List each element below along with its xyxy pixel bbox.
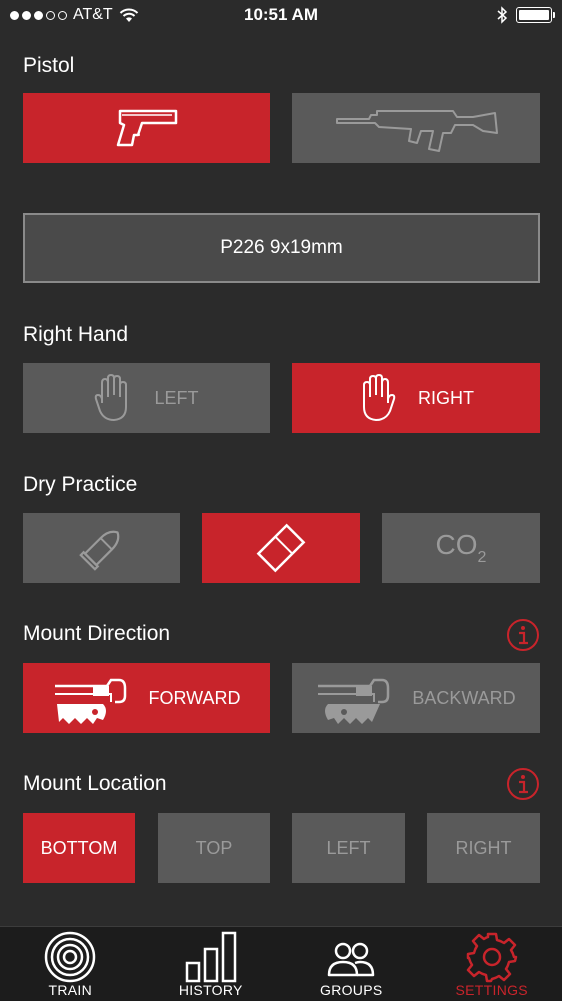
co2-button[interactable]: CO2 — [382, 513, 540, 583]
location-right-button[interactable]: RIGHT — [427, 813, 540, 883]
left-hand-icon — [94, 373, 132, 423]
right-hand-icon — [358, 373, 396, 423]
location-bottom-label: BOTTOM — [41, 838, 118, 859]
tab-history[interactable]: HISTORY — [141, 927, 282, 1001]
clock: 10:51 AM — [0, 5, 562, 25]
mount-location-info-icon[interactable] — [506, 767, 540, 801]
tab-groups-label: GROUPS — [281, 982, 422, 998]
right-hand-button[interactable]: RIGHT — [292, 363, 540, 433]
location-bottom-button[interactable]: BOTTOM — [23, 813, 135, 883]
insert-icon — [255, 522, 307, 574]
dry-practice-section-label: Dry Practice — [23, 473, 137, 497]
cartridge-icon — [76, 522, 128, 574]
status-bar: AT&T 10:51 AM — [0, 0, 562, 32]
bluetooth-icon — [497, 6, 508, 24]
tab-train[interactable]: TRAIN — [0, 927, 141, 1001]
cartridge-button[interactable] — [23, 513, 180, 583]
gear-icon — [466, 931, 518, 983]
weapon-section-label: Pistol — [23, 54, 74, 78]
mount-location-section-label: Mount Location — [23, 772, 167, 796]
co2-label: CO2 — [436, 529, 487, 567]
tab-history-label: HISTORY — [141, 982, 282, 998]
tab-settings-label: SETTINGS — [422, 982, 562, 998]
left-hand-label: LEFT — [154, 388, 198, 409]
rifle-button[interactable] — [292, 93, 540, 163]
people-icon — [325, 935, 377, 987]
location-top-button[interactable]: TOP — [158, 813, 270, 883]
ammo-value: P226 9x19mm — [220, 237, 343, 259]
battery-icon — [516, 7, 552, 23]
mount-direction-info-icon[interactable] — [506, 618, 540, 652]
pistol-icon — [112, 103, 182, 153]
tab-train-label: TRAIN — [0, 982, 141, 998]
backward-button[interactable]: BACKWARD — [292, 663, 540, 733]
mount-direction-section-label: Mount Direction — [23, 622, 170, 646]
location-left-button[interactable]: LEFT — [292, 813, 405, 883]
rifle-icon — [333, 103, 499, 153]
forward-mount-icon — [53, 670, 127, 726]
tab-settings[interactable]: SETTINGS — [422, 927, 562, 1001]
backward-mount-icon — [316, 670, 390, 726]
bar-chart-icon — [185, 931, 237, 983]
right-hand-label: RIGHT — [418, 388, 474, 409]
location-top-label: TOP — [196, 838, 233, 859]
tab-bar: TRAIN HISTORY GROUPS SETTINGS — [0, 926, 562, 1001]
tab-groups[interactable]: GROUPS — [281, 927, 422, 1001]
left-hand-button[interactable]: LEFT — [23, 363, 270, 433]
insert-button[interactable] — [202, 513, 360, 583]
hand-section-label: Right Hand — [23, 323, 128, 347]
backward-label: BACKWARD — [412, 688, 515, 709]
target-icon — [44, 931, 96, 983]
pistol-button[interactable] — [23, 93, 270, 163]
forward-button[interactable]: FORWARD — [23, 663, 270, 733]
location-left-label: LEFT — [326, 838, 370, 859]
forward-label: FORWARD — [149, 688, 241, 709]
ammo-selector[interactable]: P226 9x19mm — [23, 213, 540, 283]
location-right-label: RIGHT — [456, 838, 512, 859]
